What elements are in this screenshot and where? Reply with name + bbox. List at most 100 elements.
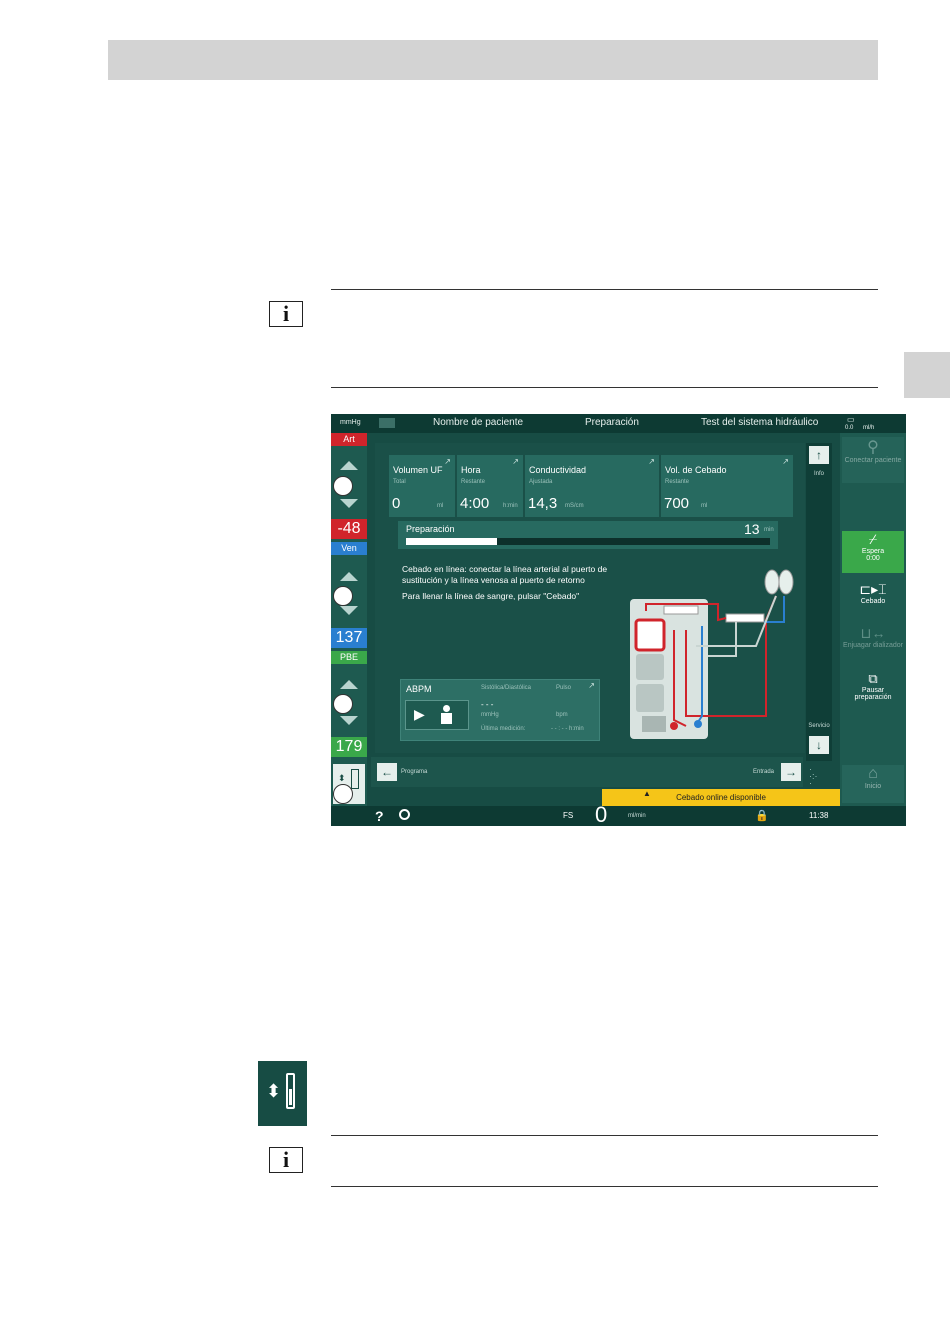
param-sub: Ajustada	[529, 479, 553, 485]
flow-unit: ml/min	[628, 813, 646, 819]
connect-patient-button[interactable]: ⚲ Conectar paciente	[842, 437, 904, 483]
standby-time: 0:00	[866, 555, 880, 562]
pressure-unit: mmHg	[340, 419, 361, 426]
rate-unit: ml/h	[863, 425, 875, 431]
param-value: 700	[664, 495, 690, 512]
home-icon: ⌂	[868, 765, 878, 782]
scroll-down-button[interactable]: ↓	[809, 736, 829, 754]
param-conductivity[interactable]: ↗ Conductividad Ajustada 14,3 mS/cm	[525, 455, 659, 517]
info-label: Info	[813, 471, 824, 477]
pressure-column: Art -48 Ven 137 PBE 179 ⬍	[331, 433, 367, 806]
pbe-up-arrow[interactable]	[340, 680, 358, 689]
walk-icon: ⚲	[867, 439, 879, 456]
forward-button[interactable]: →	[781, 763, 801, 781]
module	[642, 716, 666, 732]
lock-icon[interactable]: 🔒	[755, 809, 769, 822]
back-button[interactable]: ←	[377, 763, 397, 781]
standby-icon: ⌿	[868, 531, 878, 547]
play-icon: ▶	[414, 706, 425, 722]
circuit-diagram	[630, 569, 794, 739]
expand-icon: ↗	[648, 457, 655, 466]
rinse-icon: ⊔↔	[860, 625, 886, 641]
patient-name[interactable]: Nombre de paciente	[433, 417, 523, 428]
clock-icon[interactable]	[399, 809, 410, 820]
progress-fill	[406, 538, 497, 545]
param-unit: mS/cm	[565, 503, 584, 509]
note2-top-rule	[331, 1135, 878, 1136]
ven-up-arrow[interactable]	[340, 572, 358, 581]
abpm-last-label: Última medición:	[481, 726, 526, 732]
param-sub: Total	[393, 479, 406, 485]
progress-label: Preparación	[406, 524, 455, 534]
art-up-arrow[interactable]	[340, 461, 358, 470]
progress-value: 13	[744, 521, 760, 537]
scroll-up-button[interactable]: ↑	[809, 446, 829, 464]
note-bottom-rule	[331, 387, 878, 388]
battery-icon: ▭	[847, 415, 855, 424]
card-icon	[379, 418, 395, 428]
service-label: Servicio	[808, 723, 830, 729]
pbe-value: 179	[331, 737, 367, 757]
param-value: 14,3	[528, 495, 558, 512]
priming-label: Cebado	[860, 598, 886, 605]
abpm-col1: Sistólica/Diastólica	[481, 685, 532, 691]
param-unit: ml	[437, 503, 444, 509]
abpm-start-button[interactable]: ▶	[405, 700, 469, 730]
ven-value: 137	[331, 628, 367, 648]
param-sub: Restante	[461, 479, 486, 485]
pump-2	[636, 654, 664, 680]
dialyzer	[725, 613, 765, 623]
rinse-dialyzer-button[interactable]: ⊔↔ Enjuagar dializador	[842, 625, 904, 665]
pause-prep-icon: ⧉	[868, 671, 878, 686]
help-icon[interactable]: ?	[375, 808, 384, 824]
param-title: Vol. de Cebado	[665, 465, 727, 475]
clock-time: 11:38	[809, 811, 829, 820]
abpm-last-value: - - : - - h:min	[551, 726, 584, 732]
param-title: Hora	[461, 465, 481, 475]
art-value: -48	[331, 519, 367, 539]
note2-bottom-rule	[331, 1186, 878, 1187]
standby-button[interactable]: ⌿ Espera 0:00	[842, 531, 904, 573]
pbe-down-arrow[interactable]	[340, 716, 358, 725]
patient-icon	[438, 705, 454, 725]
screen-topbar: mmHg Nombre de paciente Preparación Test…	[331, 414, 906, 433]
phase-label: Preparación	[585, 417, 639, 428]
info-icon: i	[269, 1147, 303, 1173]
home-button[interactable]: ⌂ Inicio	[842, 765, 904, 803]
abpm-panel[interactable]: ABPM Sistólica/Diastólica Pulso ↗ ▶ - - …	[400, 679, 600, 741]
up-down-icon: ⬍	[338, 773, 346, 783]
param-uf-volume[interactable]: ↗ Volumen UF Total 0 ml	[389, 455, 455, 517]
expand-icon: ↗	[588, 681, 595, 690]
param-sub: Restante	[665, 479, 690, 485]
abpm-col2: Pulso	[556, 685, 572, 691]
ven-label: Ven	[331, 542, 367, 555]
param-unit: ml	[701, 503, 708, 509]
art-down-arrow[interactable]	[340, 499, 358, 508]
bottle-icon	[286, 1073, 295, 1109]
instruction-line-2: sustitución y la línea venosa al puerto …	[402, 575, 585, 585]
bag-2	[778, 569, 794, 595]
param-value: 0	[392, 495, 401, 512]
param-time[interactable]: ↗ Hora Restante 4:00 h:min	[457, 455, 523, 517]
ven-down-arrow[interactable]	[340, 606, 358, 615]
param-priming-volume[interactable]: ↗ Vol. de Cebado Restante 700 ml	[661, 455, 793, 517]
back-label: Programa	[401, 769, 428, 775]
test-label: Test del sistema hidráulico	[701, 417, 819, 428]
banner-arrow-icon: ▲	[643, 789, 651, 798]
connect-patient-label: Conectar paciente	[844, 457, 902, 464]
instruction-text: Cebado en línea: conectar la línea arter…	[402, 564, 607, 602]
param-unit: h:min	[503, 503, 518, 509]
expand-icon: ↗	[512, 457, 519, 466]
priming-button[interactable]: ⊏▸⌶ Cebado	[842, 581, 904, 621]
forward-label: Entrada	[753, 769, 775, 775]
expand-icon: ↗	[444, 457, 451, 466]
pause-preparation-button[interactable]: ⧉ Pausar preparación	[842, 671, 904, 711]
action-column: ⚲ Conectar paciente ⌿ Espera 0:00 ⊏▸⌶ Ce…	[840, 433, 906, 806]
connector-blue	[694, 720, 702, 728]
flow-value: 0	[595, 802, 608, 826]
online-priming-banner[interactable]: Cebado online disponible	[602, 789, 840, 806]
expand-icon: ↗	[782, 457, 789, 466]
up-down-icon: ⬍	[266, 1081, 282, 1101]
pbe-label: PBE	[331, 651, 367, 664]
instruction-line-1: Cebado en línea: conectar la línea arter…	[402, 564, 608, 574]
